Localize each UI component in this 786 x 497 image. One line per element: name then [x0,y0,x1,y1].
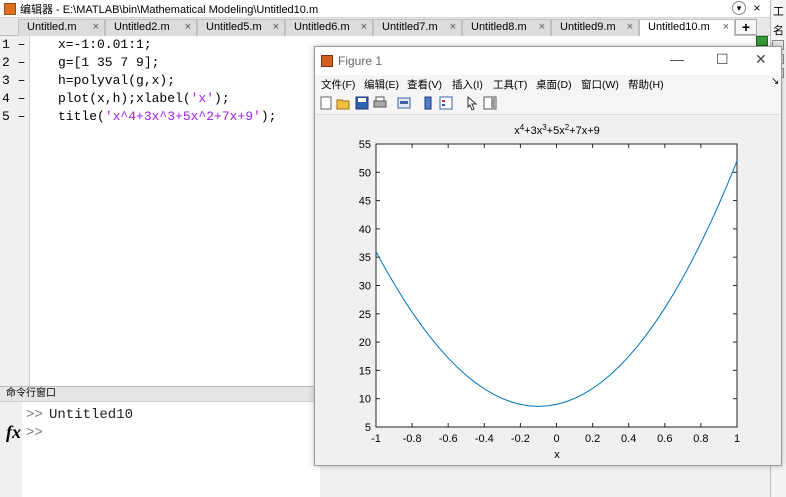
figure-title-bar: Figure 1 — ☐ ✕ [315,47,781,75]
y-tick-label: 5 [365,422,371,434]
x-tick-label: 0.4 [621,433,636,445]
command-prompt: >> [26,407,43,423]
y-tick-label: 25 [359,309,371,321]
menu-desktop[interactable]: 桌面(D) [536,77,572,92]
y-tick-label: 55 [359,139,371,151]
code-line-1[interactable]: x=-1:0.01:1; [58,36,152,54]
line-number: 4 – [2,91,26,106]
code-line-3[interactable]: h=polyval(g,x); [58,72,175,90]
editor-title-bar: 编辑器 - E:\MATLAB\bin\Mathematical Modelin… [0,0,770,18]
x-tick-label: 0.6 [657,433,672,445]
right-panel-name-label: 名 [773,25,784,37]
plot-axes[interactable] [375,143,738,428]
close-icon[interactable]: × [750,1,764,15]
save-icon[interactable] [355,96,369,110]
tab-close-icon[interactable]: × [627,20,633,35]
print-icon[interactable] [373,96,387,110]
y-tick-label: 30 [359,281,371,293]
menu-help[interactable]: 帮助(H) [628,77,664,92]
x-tick-label: -0.2 [511,433,530,445]
y-tick-label: 35 [359,252,371,264]
menu-file[interactable]: 文件(F) [321,77,355,92]
code-line-5[interactable]: title('x^4+3x^3+5x^2+7x+9'); [58,108,276,126]
editor-title: 编辑器 - E:\MATLAB\bin\Mathematical Modelin… [20,3,319,16]
plot-title: x4+3x3+5x2+7x+9 [514,123,600,137]
tab-close-icon[interactable]: × [539,20,545,35]
line-number-gutter: 1 – 2 – 3 – 4 – 5 – [0,36,30,386]
tab-untitled9[interactable]: Untitled9.m × [551,19,639,36]
x-tick-label: 1 [734,433,740,445]
x-tick-label: -0.6 [439,433,458,445]
plot-canvas[interactable]: x4+3x3+5x2+7x+9 510152025303540455055 -1… [315,117,781,465]
close-icon[interactable]: ✕ [755,51,767,68]
editor-actions-icon[interactable]: ▾ [732,1,746,15]
x-tick-label: 0.8 [693,433,708,445]
y-tick-label: 40 [359,224,371,236]
tab-untitled2[interactable]: Untitled2.m × [105,19,197,36]
line-number: 1 – [2,37,26,52]
command-window[interactable]: >> Untitled10 fx >> [0,402,320,497]
tab-untitled8[interactable]: Untitled8.m × [462,19,551,36]
y-tick-label: 15 [359,365,371,377]
x-tick-label: -1 [371,433,381,445]
maximize-icon[interactable]: ☐ [716,51,729,68]
pointer-icon[interactable] [465,96,479,110]
x-tick-label: -0.8 [403,433,422,445]
right-panel-label: 工 [773,6,784,18]
line-number: 2 – [2,55,26,70]
y-tick-label: 10 [359,394,371,406]
menu-view[interactable]: 查看(V) [407,77,442,92]
figure-title: Figure 1 [338,54,383,68]
tab-close-icon[interactable]: × [450,20,456,35]
legend-icon[interactable] [439,96,453,110]
tab-close-icon[interactable]: × [723,20,729,35]
menu-tools[interactable]: 工具(T) [493,77,527,92]
plot-title-part: +7x+9 [569,125,600,137]
code-line-2[interactable]: g=[1 35 7 9]; [58,54,159,72]
figure-menu-bar: 文件(F) 编辑(E) 查看(V) 插入(I) 工具(T) 桌面(D) 窗口(W… [315,75,781,93]
property-editor-icon[interactable] [483,96,497,110]
y-tick-label: 45 [359,196,371,208]
menu-window[interactable]: 窗口(W) [581,77,619,92]
minimize-icon[interactable]: — [670,51,684,67]
tab-untitled6[interactable]: Untitled6.m × [285,19,373,36]
command-history-line: Untitled10 [49,407,134,423]
x-axis-label: x [554,449,560,461]
colorbar-icon[interactable] [421,96,435,110]
tab-close-icon[interactable]: × [185,20,191,35]
tab-close-icon[interactable]: × [273,20,279,35]
tab-untitled[interactable]: Untitled.m × [18,19,105,36]
add-tab-button[interactable]: + [735,19,757,35]
code-analyzer-indicator[interactable] [756,36,768,46]
open-file-icon[interactable] [336,96,350,110]
menu-edit[interactable]: 编辑(E) [364,77,399,92]
figure-toolbar [315,93,781,115]
y-tick-label: 50 [359,167,371,179]
tab-untitled10[interactable]: Untitled10.m × [639,19,735,37]
tab-untitled5[interactable]: Untitled5.m × [197,19,285,36]
command-prompt-active[interactable]: >> [26,425,43,441]
menu-overflow-icon[interactable]: ↘ [771,76,779,87]
editor-tab-bar: Untitled.m × Untitled2.m × Untitled5.m × Un… [0,18,770,37]
tab-close-icon[interactable]: × [93,20,99,35]
matlab-figure-icon [321,55,333,67]
figure-window: Figure 1 — ☐ ✕ 文件(F) 编辑(E) 查看(V) 插入(I) 工… [314,46,782,466]
y-tick-label: 20 [359,337,371,349]
link-plot-icon[interactable] [397,96,411,110]
matlab-editor-icon [4,2,16,15]
x-tick-label: -0.4 [475,433,494,445]
command-window-title: 命令行窗口 [0,386,320,402]
menu-insert[interactable]: 插入(I) [452,77,483,92]
function-browser-icon[interactable]: fx [6,422,21,443]
x-tick-label: 0 [553,433,559,445]
plot-title-part: +3x [524,125,543,137]
tab-close-icon[interactable]: × [361,20,367,35]
new-figure-icon[interactable] [319,96,333,110]
plot-title-part: +5x [547,125,566,137]
code-line-4[interactable]: plot(x,h);xlabel('x'); [58,90,230,108]
tab-untitled7[interactable]: Untitled7.m × [373,19,462,36]
line-number: 5 – [2,109,26,124]
line-number: 3 – [2,73,26,88]
x-tick-label: 0.2 [585,433,600,445]
